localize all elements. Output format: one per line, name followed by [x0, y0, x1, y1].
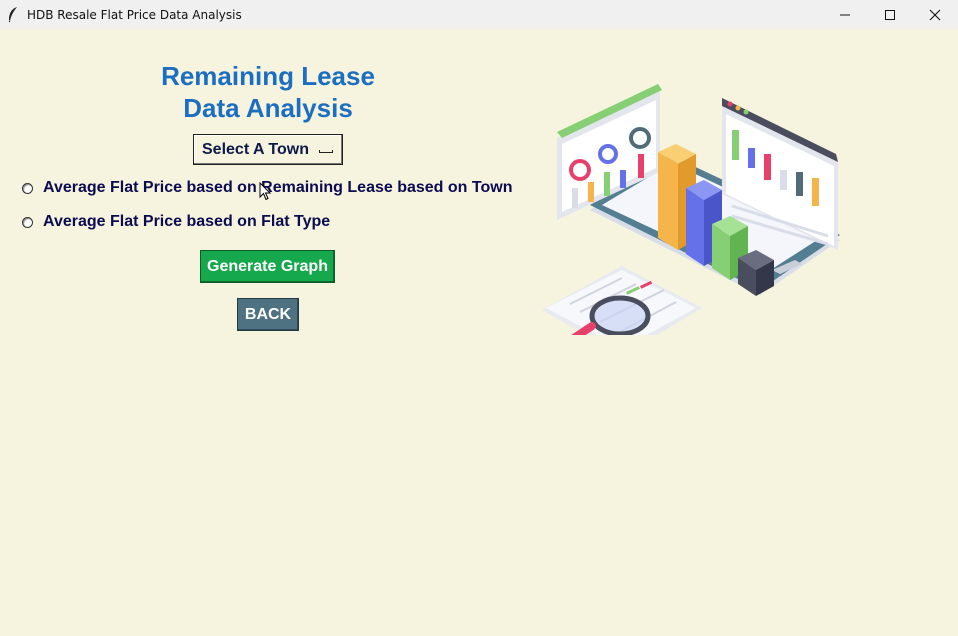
town-select-label: Select A Town: [202, 140, 309, 158]
radio-button[interactable]: [22, 216, 33, 228]
option-label: Average Flat Price based on Remaining Le…: [43, 179, 513, 196]
generate-graph-button[interactable]: Generate Graph: [200, 250, 335, 283]
main-panel: Remaining Lease Data Analysis Select A T…: [0, 29, 958, 636]
maximize-icon: [885, 9, 895, 20]
close-icon: [929, 9, 941, 20]
window-title: HDB Resale Flat Price Data Analysis: [27, 8, 242, 22]
page-title-line1: Remaining Lease: [161, 61, 375, 91]
feather-icon: [8, 7, 17, 22]
page-title: Remaining Lease Data Analysis: [128, 60, 408, 124]
dropdown-indicator-icon: [319, 150, 333, 153]
minimize-icon: [840, 14, 850, 15]
maximize-button[interactable]: [867, 0, 913, 29]
option-flat-type[interactable]: Average Flat Price based on Flat Type: [22, 213, 330, 231]
town-select-dropdown[interactable]: Select A Town: [193, 134, 343, 165]
title-bar: HDB Resale Flat Price Data Analysis: [0, 0, 958, 29]
option-label: Average Flat Price based on Flat Type: [43, 213, 331, 230]
radio-button[interactable]: [22, 182, 33, 194]
mouse-cursor-icon: [259, 182, 272, 201]
magnifier-document: [542, 266, 702, 335]
data-analysis-illustration: [542, 84, 840, 335]
close-button[interactable]: [912, 0, 958, 29]
minimize-button[interactable]: [822, 0, 868, 29]
back-button[interactable]: BACK: [237, 298, 299, 331]
page-title-line2: Data Analysis: [183, 93, 353, 123]
